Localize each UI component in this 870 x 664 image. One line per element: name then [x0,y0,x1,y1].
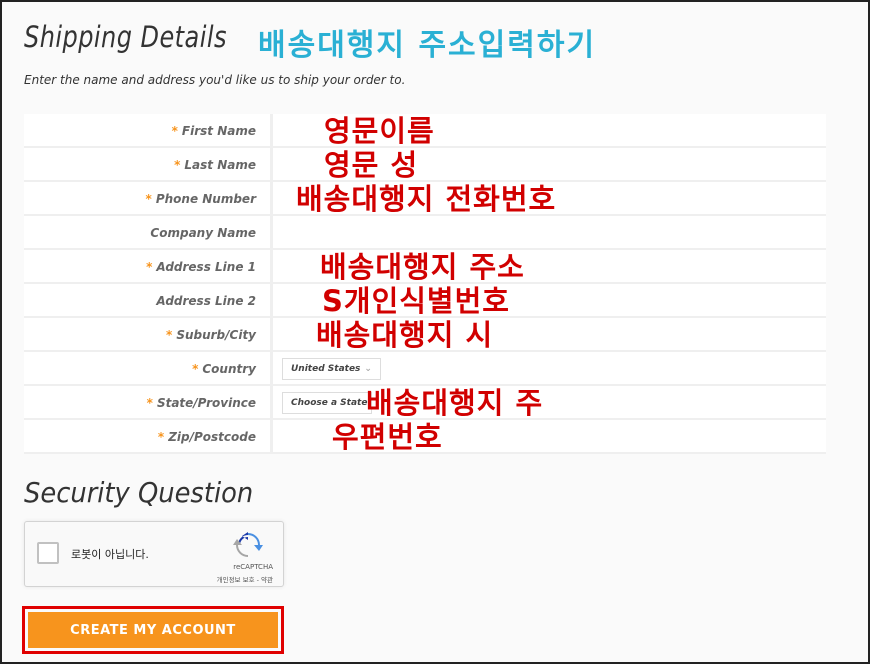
column-divider [270,352,273,384]
required-marker: * [171,124,178,138]
column-divider [270,284,273,316]
field-first-name[interactable]: * First Name 영문이름 [24,114,826,148]
page-subtitle: Enter the name and address you'd like us… [24,73,406,87]
recaptcha-widget: 로봇이 아닙니다. reCAPTCHA 개인정보 보호 - 약관 [24,521,284,587]
shipping-form: * First Name 영문이름 * Last Name 영문 성 * Phone … [24,114,826,454]
column-divider [270,114,273,146]
field-annotation: 우편번호 [332,420,443,454]
column-divider [270,318,273,350]
create-account-button[interactable]: CREATE MY ACCOUNT [28,612,278,648]
field-label: Company Name [150,226,256,240]
field-annotation: 배송대행지 시 [316,318,494,352]
field-label: * Address Line 1 [146,260,256,274]
field-suburb-city[interactable]: * Suburb/City 배송대행지 시 [24,318,826,352]
state-select[interactable]: Choose a State [282,392,373,414]
field-label: * Phone Number [145,192,256,206]
required-marker: * [166,328,173,342]
required-marker: * [174,158,181,172]
field-label: * Last Name [174,158,256,172]
field-label: Address Line 2 [156,294,256,308]
recaptcha-label: 로봇이 아닙니다. [71,548,149,561]
title-annotation: 배송대행지 주소입력하기 [258,28,597,63]
column-divider [270,182,273,214]
field-label: * State/Province [146,396,256,410]
field-annotation: 배송대행지 전화번호 [296,182,557,216]
column-divider [270,420,273,452]
field-label: * Country [192,362,256,376]
required-marker: * [145,192,152,206]
security-question-title: Security Question [24,476,254,509]
column-divider [270,216,273,248]
recaptcha-checkbox[interactable] [37,542,59,564]
field-phone-number[interactable]: * Phone Number 배송대행지 전화번호 [24,182,826,216]
field-label: * Zip/Postcode [157,430,256,444]
create-account-highlight: CREATE MY ACCOUNT [22,606,284,654]
required-marker: * [146,396,153,410]
field-label: * Suburb/City [166,328,256,342]
chevron-down-icon: ⌄ [364,364,372,374]
field-label: * First Name [171,124,256,138]
field-zip-postcode[interactable]: * Zip/Postcode 우편번호 [24,420,826,454]
required-marker: * [192,362,199,376]
column-divider [270,250,273,282]
required-marker: * [157,430,165,444]
page-title: Shipping Details [24,20,227,54]
recaptcha-icon [233,532,263,557]
required-marker: * [146,260,153,274]
recaptcha-terms-link[interactable]: 개인정보 보호 - 약관 [217,574,273,584]
column-divider [270,386,273,418]
country-select[interactable]: United States ⌄ [282,358,381,380]
recaptcha-brand: reCAPTCHA [233,563,273,571]
column-divider [270,148,273,180]
